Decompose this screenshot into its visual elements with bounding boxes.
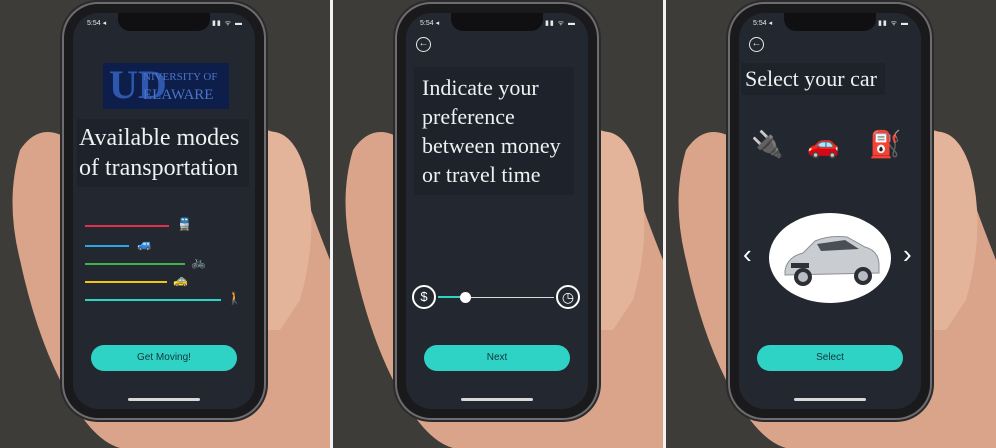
screen-preference: 5:54 ◂ ▮▮ ᯤ ▬ ← Indicate your preference… [406, 13, 588, 409]
home-indicator [461, 398, 533, 401]
notch [784, 13, 876, 31]
notch [451, 13, 543, 31]
walk-line [85, 299, 221, 301]
panel-preference: 5:54 ◂ ▮▮ ᯤ ▬ ← Indicate your preference… [333, 0, 663, 448]
status-time: 5:54 ◂ [87, 20, 107, 27]
ud-logo: UD NIVERSITY OF ELAWARE [103, 63, 229, 109]
car-illustration [784, 236, 880, 286]
select-button[interactable]: Select [757, 345, 903, 371]
taxi-line [85, 281, 167, 283]
taxi-icon: 🚕 [173, 273, 188, 287]
money-icon: $ [412, 285, 436, 309]
bike-icon: 🚲 [191, 255, 206, 269]
page-title: Select your car [741, 63, 885, 95]
status-icons: ▮▮ ᯤ ▬ [212, 20, 243, 27]
home-indicator [794, 398, 866, 401]
back-arrow-icon[interactable]: ← [749, 37, 764, 52]
car-line [85, 245, 129, 247]
status-icons: ▮▮ ᯤ ▬ [545, 20, 576, 27]
phone-frame: 5:54 ◂ ▮▮ ᯤ ▬ ← Select your car 🔌 🚗 ⛽ ‹ [730, 4, 930, 418]
next-car-chevron-icon[interactable]: › [903, 241, 912, 267]
panel-intro: 5:54 ◂ ▮▮ ᯤ ▬ UD NIVERSITY OF ELAWARE Av… [0, 0, 330, 448]
next-button[interactable]: Next [424, 345, 570, 371]
previous-car-chevron-icon[interactable]: ‹ [743, 241, 752, 267]
train-line [85, 225, 169, 227]
panel-car-select: 5:54 ◂ ▮▮ ᯤ ▬ ← Select your car 🔌 🚗 ⛽ ‹ [666, 0, 996, 448]
get-moving-button[interactable]: Get Moving! [91, 345, 237, 371]
preference-slider[interactable]: $ ◷ [412, 285, 582, 311]
home-indicator [128, 398, 200, 401]
status-time: 5:54 ◂ [753, 20, 773, 27]
screen-car-select: 5:54 ◂ ▮▮ ᯤ ▬ ← Select your car 🔌 🚗 ⛽ ‹ [739, 13, 921, 409]
logo-line2: ELAWARE [143, 87, 214, 103]
screen-intro: 5:54 ◂ ▮▮ ᯤ ▬ UD NIVERSITY OF ELAWARE Av… [73, 13, 255, 409]
car-type-row: 🔌 🚗 ⛽ [751, 125, 911, 165]
phone-frame: 5:54 ◂ ▮▮ ᯤ ▬ UD NIVERSITY OF ELAWARE Av… [64, 4, 264, 418]
notch [118, 13, 210, 31]
status-time: 5:54 ◂ [420, 20, 440, 27]
page-title: Indicate your preference between money o… [414, 67, 574, 195]
car-image [769, 213, 891, 303]
logo-line1: NIVERSITY OF [143, 71, 218, 83]
slider-thumb[interactable] [460, 292, 471, 303]
bike-line [85, 263, 185, 265]
walk-icon: 🚶 [227, 291, 242, 305]
status-icons: ▮▮ ᯤ ▬ [878, 20, 909, 27]
train-icon: 🚆 [177, 217, 192, 231]
back-arrow-icon[interactable]: ← [416, 37, 431, 52]
gas-pump-icon[interactable]: ⛽ [869, 129, 901, 160]
plug-in-car-icon[interactable]: 🚗 [807, 129, 839, 160]
phone-frame: 5:54 ◂ ▮▮ ᯤ ▬ ← Indicate your preference… [397, 4, 597, 418]
car-icon: 🚙 [137, 237, 152, 251]
page-title: Available modes of transportation [77, 119, 249, 187]
electric-charger-icon[interactable]: 🔌 [751, 129, 783, 160]
clock-icon: ◷ [556, 285, 580, 309]
